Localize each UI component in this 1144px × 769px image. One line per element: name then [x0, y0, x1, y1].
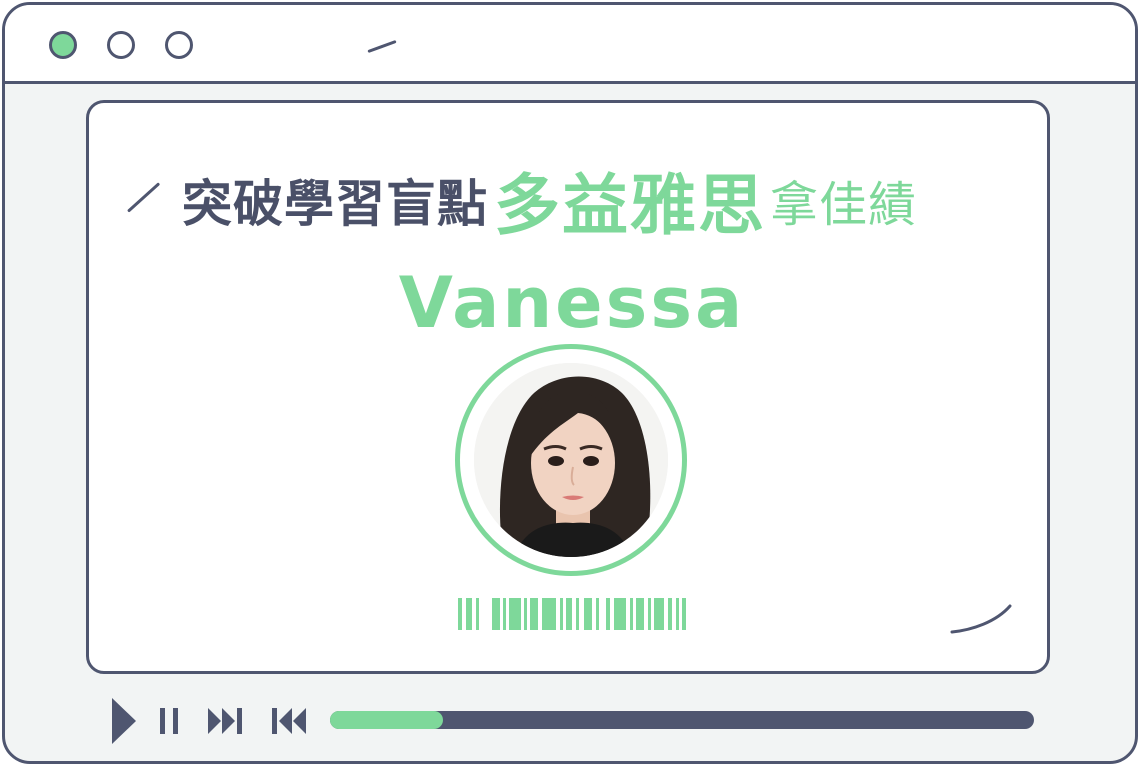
rewind-icon[interactable]: [270, 706, 308, 736]
headline-part-3: 拿佳績: [770, 177, 918, 233]
minimize-dot-icon[interactable]: [107, 31, 135, 59]
avatar-photo: [474, 363, 668, 557]
decorative-dash: [367, 39, 397, 54]
progress-fill: [330, 711, 443, 729]
profile-name: Vanessa: [398, 262, 746, 344]
headline-part-2: 多益雅思: [494, 167, 766, 244]
barcode-icon: [458, 598, 686, 630]
title-bar: [5, 5, 1135, 84]
decorative-arc: [950, 604, 1012, 634]
play-icon[interactable]: [110, 696, 138, 746]
close-dot-icon[interactable]: [49, 31, 77, 59]
maximize-dot-icon[interactable]: [165, 31, 193, 59]
headline-part-1: 突破學習盲點: [182, 175, 488, 233]
fast-forward-icon[interactable]: [206, 706, 244, 736]
pause-icon[interactable]: [158, 706, 182, 736]
progress-bar[interactable]: [330, 711, 1034, 729]
avatar: [455, 344, 687, 576]
headline: 突破學習盲點 多益雅思 拿佳績: [182, 150, 917, 250]
